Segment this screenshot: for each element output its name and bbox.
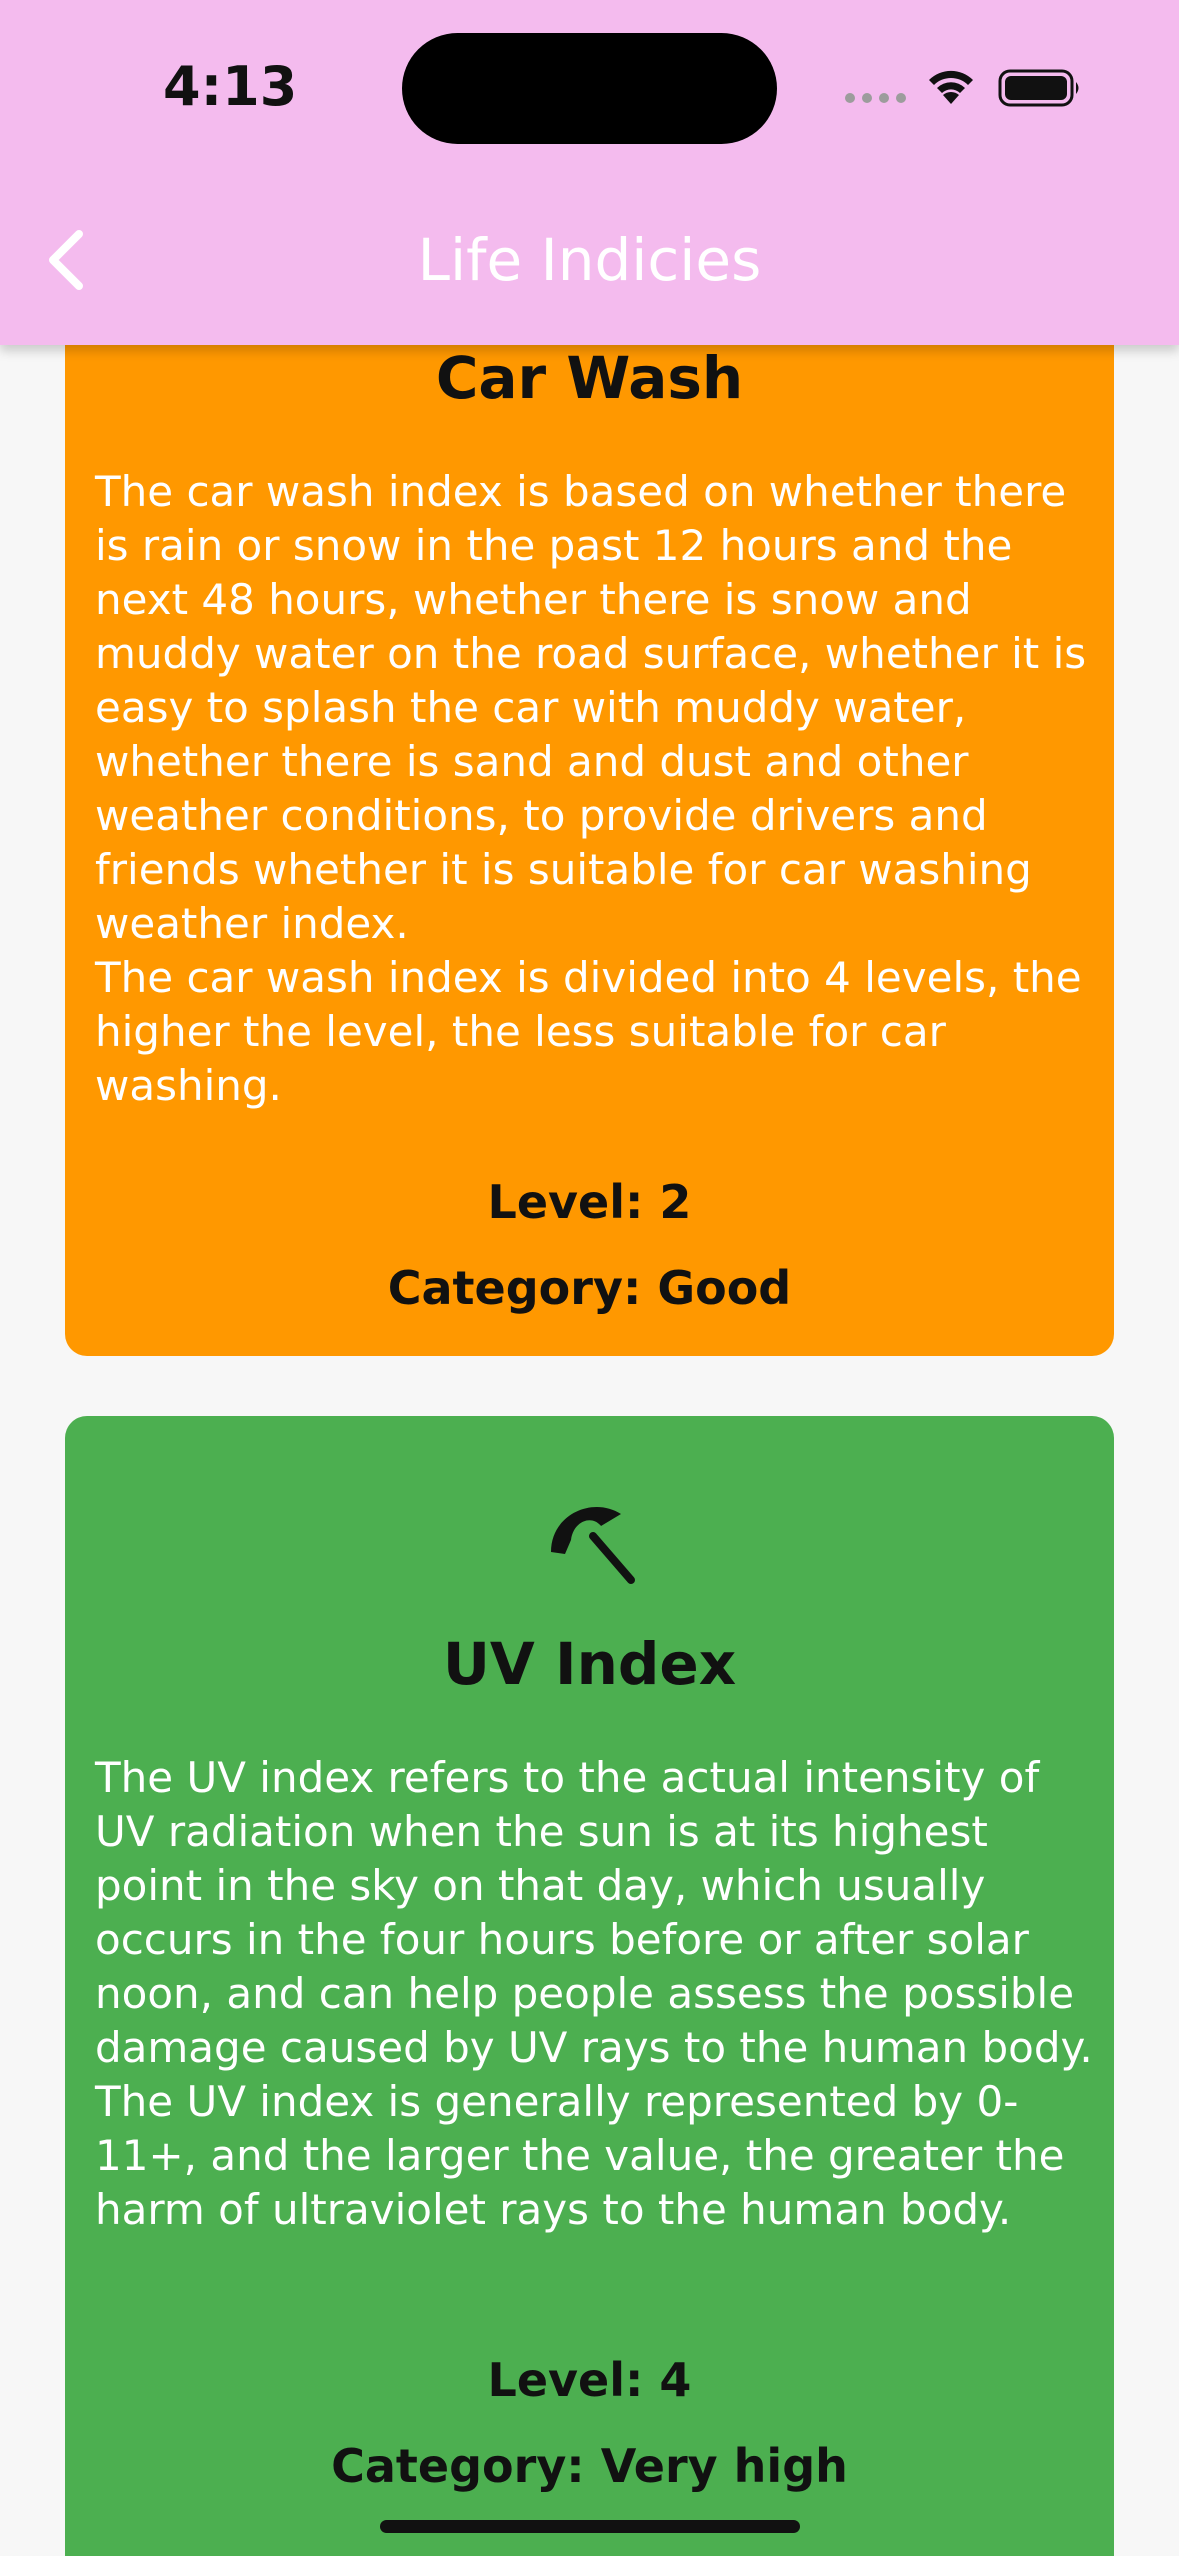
card-description: The car wash index is based on whether t…	[95, 467, 1087, 1110]
status-time: 4:13	[163, 55, 298, 118]
uv-index-card: UV Index The UV index refers to the actu…	[65, 1416, 1114, 2556]
indices-list[interactable]: Car Wash The car wash index is based on …	[0, 0, 1179, 2556]
wifi-icon	[929, 70, 973, 104]
dynamic-island	[402, 33, 777, 144]
page-title: Life Indicies	[417, 226, 762, 294]
beach-umbrella-icon	[551, 1506, 635, 1584]
card-title: UV Index	[442, 1630, 737, 1698]
card-category: Category: Good	[387, 1261, 792, 1315]
home-indicator[interactable]	[380, 2520, 800, 2533]
card-category: Category: Very high	[331, 2439, 848, 2493]
card-title: Car Wash	[435, 344, 744, 412]
car-wash-card: Car Wash The car wash index is based on …	[65, 260, 1114, 1356]
cellular-signal-icon	[845, 93, 906, 103]
card-level: Level: 4	[487, 2353, 692, 2407]
battery-icon	[998, 69, 1079, 107]
card-level: Level: 2	[487, 1175, 692, 1229]
app-bar: 4:13 Life Indicies	[0, 0, 1179, 345]
card-description: The UV index refers to the actual intens…	[95, 1753, 1093, 2234]
